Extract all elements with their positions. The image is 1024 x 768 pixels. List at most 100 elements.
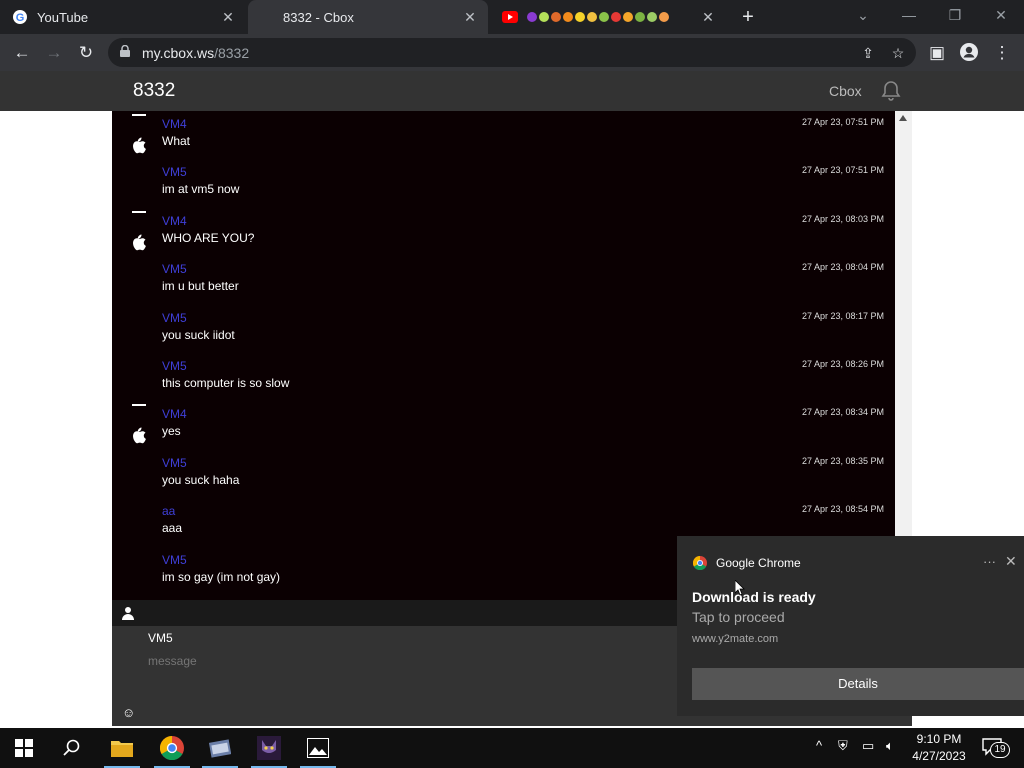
search-icon[interactable] (48, 728, 96, 768)
chrome-notification[interactable]: Google Chrome ··· ✕ Download is ready Ta… (677, 536, 1024, 716)
youtube-icon (502, 9, 518, 25)
message-username[interactable]: VM5 (162, 165, 187, 179)
apple-avatar-icon (127, 231, 149, 253)
movie-maker-icon[interactable] (196, 728, 244, 768)
close-window-icon[interactable]: ✕ (978, 0, 1024, 34)
notification-app-name: Google Chrome (716, 556, 801, 570)
chrome-icon (693, 556, 707, 570)
address-bar[interactable]: my.cbox.ws/8332 ⇪ ☆ (108, 38, 916, 67)
more-options-icon[interactable]: ··· (983, 554, 996, 569)
lock-icon (120, 45, 130, 57)
chat-message: VM5 27 Apr 23, 08:04 PM im u but better (112, 256, 895, 304)
emoji-icon[interactable]: ☺ (122, 706, 136, 720)
message-timestamp: 27 Apr 23, 07:51 PM (801, 117, 884, 127)
tab-search-icon[interactable]: ⌄ (840, 0, 886, 34)
message-timestamp: 27 Apr 23, 08:17 PM (801, 310, 884, 321)
side-panel-icon[interactable]: ▣ (926, 42, 948, 64)
minimize-icon[interactable]: — (886, 0, 932, 34)
back-icon[interactable]: ← (11, 42, 33, 64)
message-timestamp: 27 Apr 23, 08:35 PM (801, 455, 884, 466)
restore-icon[interactable]: ❐ (932, 0, 978, 34)
room-title: 8332 (133, 80, 176, 101)
share-icon[interactable]: ⇪ (858, 43, 878, 63)
chat-message: VM4 27 Apr 23, 07:51 PM What (112, 111, 895, 159)
photos-icon[interactable] (294, 728, 342, 768)
system-clock[interactable]: 9:10 PM 4/27/2023 (905, 731, 973, 765)
notification-body: Tap to proceed (692, 609, 785, 625)
file-explorer-icon[interactable] (98, 728, 146, 768)
nitw-game-icon[interactable] (245, 728, 293, 768)
message-input[interactable] (148, 652, 648, 670)
scroll-up-arrow[interactable] (899, 115, 907, 121)
message-timestamp: 27 Apr 23, 08:04 PM (801, 262, 884, 273)
close-tab-icon[interactable]: ✕ (462, 9, 478, 25)
chat-message: VM5 27 Apr 23, 08:17 PM you suck iidot (112, 305, 895, 353)
message-timestamp: 27 Apr 23, 08:54 PM (801, 504, 884, 515)
cbox-header: 8332 Cbox (0, 71, 1024, 111)
notification-count-badge: 19 (990, 742, 1010, 758)
tab-youtube[interactable]: G YouTube ✕ (0, 0, 246, 34)
message-text: this computer is so slow (162, 376, 290, 390)
tab-youtube-fruits[interactable]: ✕ (490, 0, 726, 34)
mouse-cursor-icon (735, 580, 745, 596)
chat-message: VM4 27 Apr 23, 08:03 PM WHO ARE YOU? (112, 208, 895, 256)
message-timestamp: 27 Apr 23, 08:26 PM (801, 359, 884, 369)
message-text: yes (162, 424, 181, 439)
forward-icon[interactable]: → (43, 42, 65, 64)
message-text: you suck haha (162, 472, 240, 487)
profile-icon[interactable] (958, 42, 980, 64)
chrome-taskbar-icon[interactable] (148, 728, 196, 768)
close-tab-icon[interactable]: ✕ (700, 9, 716, 25)
message-text: im at vm5 now (162, 182, 240, 197)
cbox-link[interactable]: Cbox (829, 83, 862, 99)
clock-date: 4/27/2023 (912, 749, 966, 763)
message-username[interactable]: VM5 (162, 262, 187, 276)
avatar-divider (132, 114, 146, 116)
tab-cbox[interactable]: 8332 - Cbox ✕ (248, 0, 488, 34)
chat-messages[interactable]: VM4 27 Apr 23, 07:51 PM What VM5 27 Apr 23, … (112, 111, 895, 600)
message-username[interactable]: VM4 (162, 407, 187, 421)
message-username[interactable]: VM5 (162, 553, 187, 567)
message-text: im u but better (162, 279, 239, 294)
chat-message: VM5 27 Apr 23, 08:26 PM this computer is s… (112, 353, 895, 401)
scrollbar[interactable] (895, 111, 912, 600)
close-tab-icon[interactable]: ✕ (220, 9, 236, 25)
windows-start-icon[interactable] (0, 728, 48, 768)
compose-username[interactable]: VM5 (148, 631, 173, 645)
new-tab-icon[interactable]: + (738, 7, 758, 27)
google-icon: G (12, 9, 28, 25)
message-username[interactable]: VM5 (162, 359, 187, 373)
message-text: you suck iidot (162, 327, 235, 342)
user-icon[interactable] (122, 606, 134, 620)
menu-kebab-icon[interactable]: ⋮ (991, 42, 1013, 64)
message-username[interactable]: VM4 (162, 117, 187, 131)
message-username[interactable]: aa (162, 504, 175, 518)
network-icon[interactable]: ▭ (862, 738, 874, 754)
message-username[interactable]: VM4 (162, 214, 187, 228)
message-timestamp: 27 Apr 23, 08:03 PM (801, 213, 884, 224)
clock-time: 9:10 PM (916, 732, 962, 746)
chat-message: VM4 27 Apr 23, 08:34 PM yes (112, 401, 895, 449)
apple-avatar-icon (127, 424, 149, 446)
svg-text:G: G (16, 12, 25, 24)
message-text: im so gay (im not gay) (162, 569, 281, 584)
volume-icon[interactable]: 🔈︎ (886, 738, 894, 754)
details-button[interactable]: Details (692, 668, 1024, 700)
avatar-divider (132, 210, 146, 213)
message-username[interactable]: VM5 (162, 311, 187, 325)
bookmark-star-icon[interactable]: ☆ (888, 43, 908, 63)
security-icon[interactable]: ⛨ (838, 738, 848, 754)
show-hidden-icons-icon[interactable]: ^ (816, 738, 822, 753)
message-text: What (162, 134, 191, 148)
reload-icon[interactable]: ↻ (75, 42, 97, 64)
bell-icon[interactable] (879, 79, 903, 103)
message-timestamp: 27 Apr 23, 08:34 PM (801, 407, 884, 418)
tab-title: YouTube (37, 9, 89, 25)
close-icon[interactable]: ✕ (1005, 553, 1017, 570)
message-timestamp: 27 Apr 23, 07:51 PM (801, 165, 884, 176)
notification-title: Download is ready (692, 589, 816, 605)
chat-message: VM5 27 Apr 23, 08:35 PM you suck haha (112, 450, 895, 498)
fruit-emojis (527, 12, 669, 22)
message-username[interactable]: VM5 (162, 456, 187, 470)
action-center-icon[interactable]: 19 (982, 736, 1012, 760)
